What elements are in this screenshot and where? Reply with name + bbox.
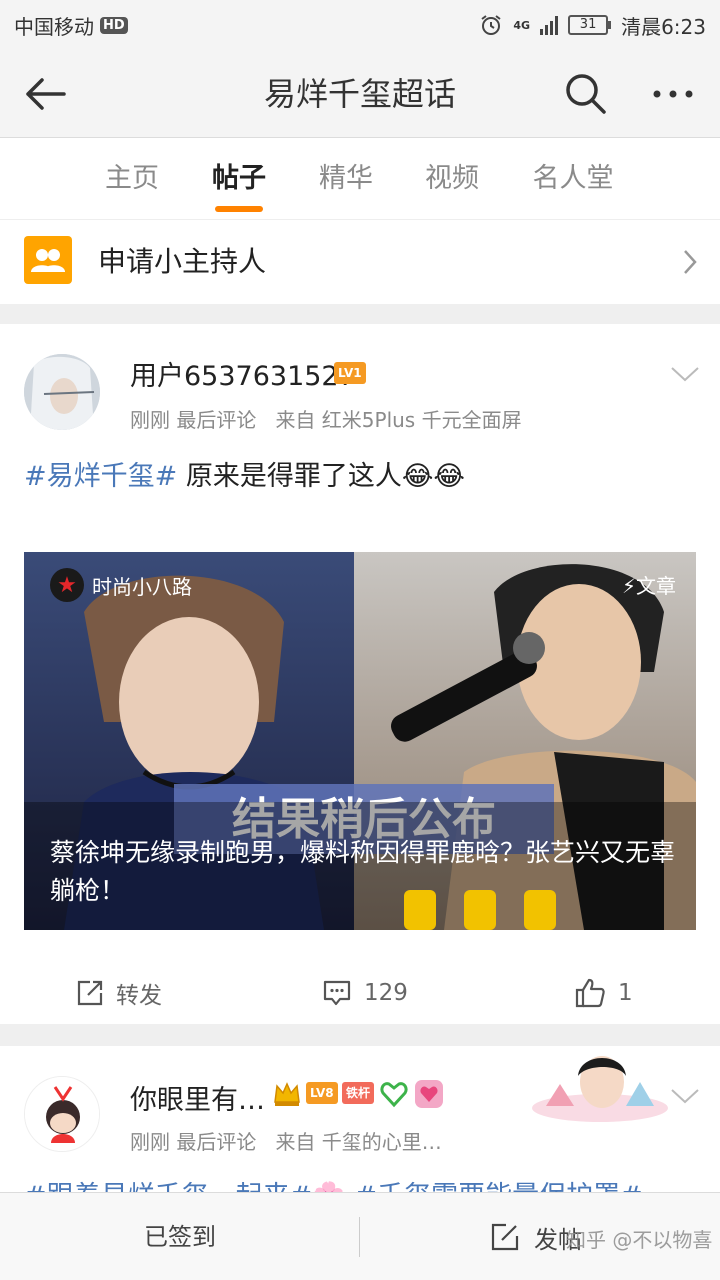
article-source: ★ 时尚小八路 — [50, 568, 192, 602]
tab-featured[interactable]: 精华 — [319, 138, 373, 220]
watermark: 知乎 @不以物喜 — [566, 1228, 713, 1252]
post-source: 来自 红米5Plus 千元全面屏 — [275, 408, 522, 432]
tab-bar: 主页 帖子 精华 视频 名人堂 — [0, 138, 720, 220]
battery-level: 31 — [568, 15, 609, 35]
chevron-right-icon — [684, 250, 697, 274]
article-card[interactable]: 结果稍后公布 ★ 时尚小八路 ⚡文章 蔡徐坤无缘录制跑男，爆料称因得罪鹿晗？张艺… — [24, 552, 696, 930]
last-comment-label: 最后评论 — [176, 1130, 257, 1154]
section-gap — [0, 304, 720, 324]
hashtag-link[interactable]: #易烊千玺# — [24, 461, 177, 492]
crown-icon — [274, 1082, 300, 1106]
alarm-icon — [481, 15, 501, 35]
checked-in-button[interactable]: 已签到 — [0, 1193, 360, 1280]
repost-button[interactable]: 转发 — [76, 956, 162, 1030]
post-actions: 转发 129 1 — [0, 956, 720, 1030]
post-meta: 刚刚 最后评论 来自 红米5Plus 千元全面屏 — [130, 404, 522, 433]
article-type-label: ⚡文章 — [621, 574, 676, 598]
repost-label: 转发 — [116, 983, 162, 1009]
section-gap — [0, 1024, 720, 1046]
more-options-icon[interactable] — [648, 74, 698, 114]
hd-badge: HD — [100, 16, 128, 34]
tab-home[interactable]: 主页 — [105, 138, 159, 220]
back-arrow-icon[interactable] — [20, 72, 70, 116]
username[interactable]: 用户6537631527 — [130, 354, 356, 393]
article-source-name: 时尚小八路 — [92, 574, 192, 599]
last-comment-label: 最后评论 — [176, 408, 257, 432]
group-icon — [24, 236, 72, 284]
level-badge: LV1 — [334, 362, 366, 384]
post-source: 来自 千玺的心里… — [275, 1130, 442, 1154]
post-meta: 刚刚 最后评论 来自 千玺的心里… — [130, 1126, 442, 1155]
post-time: 刚刚 — [130, 408, 170, 432]
chevron-down-icon[interactable] — [670, 364, 700, 384]
network-type: 4G — [513, 18, 531, 32]
chevron-down-icon[interactable] — [670, 1086, 700, 1106]
carrier-label: 中国移动 — [14, 14, 94, 39]
avatar[interactable] — [24, 1076, 100, 1152]
clock: 清晨6:23 — [621, 14, 706, 39]
active-tab-indicator — [215, 206, 263, 212]
star-icon: ★ — [50, 568, 84, 602]
level-badge: LV8 — [306, 1082, 338, 1104]
profile-decoration-image — [532, 1056, 668, 1122]
repost-icon — [77, 980, 103, 1006]
article-headline: 蔡徐坤无缘录制跑男，爆料称因得罪鹿晗？张艺兴又无辜躺枪！ — [50, 838, 676, 905]
page-title: 易烊千玺超话 — [263, 75, 456, 113]
comment-count: 129 — [364, 980, 408, 1006]
search-icon[interactable] — [562, 70, 610, 118]
post-body: 原来是得罪了这人😂😂 — [185, 461, 465, 492]
pink-heart-icon — [415, 1080, 443, 1108]
green-heart-icon — [380, 1082, 408, 1108]
nav-bar: 易烊千玺超话 — [0, 50, 720, 138]
divider — [359, 1217, 360, 1257]
fan-badge: 铁杆 — [342, 1082, 375, 1104]
comment-button[interactable]: 129 — [322, 956, 408, 1030]
apply-host-label: 申请小主持人 — [98, 245, 267, 278]
tab-hall-of-fame[interactable]: 名人堂 — [533, 138, 614, 220]
signal-icon — [540, 15, 559, 35]
compose-icon — [491, 1223, 519, 1251]
like-button[interactable]: 1 — [574, 956, 633, 1030]
post-text: #易烊千玺# 原来是得罪了这人😂😂 — [24, 454, 465, 493]
like-count: 1 — [618, 980, 633, 1006]
tab-videos[interactable]: 视频 — [425, 138, 479, 220]
post-time: 刚刚 — [130, 1130, 170, 1154]
battery-icon: 31 — [568, 15, 612, 35]
post-text[interactable]: #跟着易烊千玺一起来#🌸 #千玺需要能量保护罩# — [24, 1174, 643, 1192]
status-bar: 中国移动 HD 4G 31 清晨6:23 — [0, 0, 720, 50]
post-card[interactable]: 用户6537631527 LV1 刚刚 最后评论 来自 红米5Plus 千元全面… — [0, 324, 720, 1024]
username[interactable]: 你眼里有… — [130, 1078, 265, 1117]
comment-icon — [323, 980, 351, 1006]
avatar[interactable] — [24, 354, 100, 430]
post-card[interactable]: 你眼里有… LV8 铁杆 刚刚 最后评论 来自 千玺的心里… #跟着易烊千玺一起… — [0, 1046, 720, 1192]
thumbs-up-icon — [575, 978, 605, 1008]
apply-host-row[interactable]: 申请小主持人 — [0, 220, 720, 304]
